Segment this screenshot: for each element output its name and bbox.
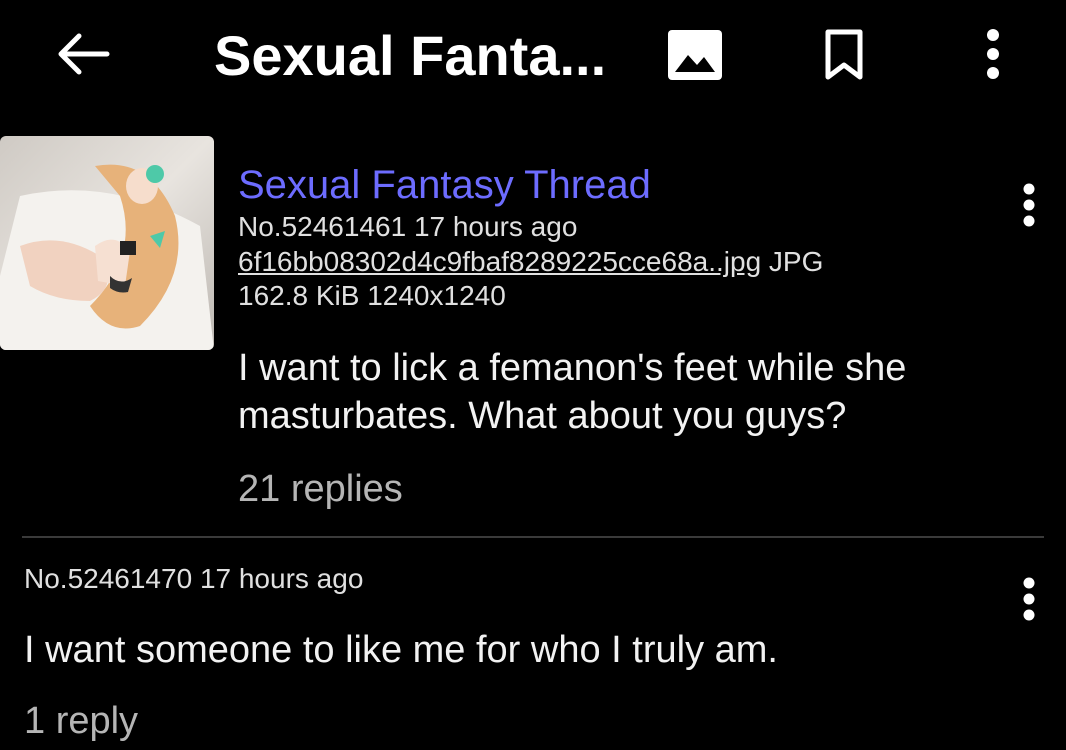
post-number[interactable]: No.52461461 bbox=[238, 211, 406, 242]
file-details: 162.8 KiB 1240x1240 bbox=[238, 279, 506, 313]
file-name-link[interactable]: 6f16bb08302d4c9fbaf8289225cce68a..jpg bbox=[238, 246, 761, 277]
post-number[interactable]: No.52461470 bbox=[24, 563, 192, 594]
file-size: 162.8 KiB bbox=[238, 280, 360, 311]
bookmark-button[interactable] bbox=[818, 26, 870, 84]
file-dimensions: 1240x1240 bbox=[367, 280, 506, 311]
post-options-button[interactable] bbox=[1011, 176, 1047, 234]
post-thumbnail[interactable] bbox=[0, 136, 214, 350]
post-comment: I want someone to like me for who I trul… bbox=[24, 629, 778, 671]
more-options-button[interactable] bbox=[975, 24, 1011, 84]
thread-subject: Sexual Fantasy Thread bbox=[238, 163, 651, 207]
page-title: Sexual Fanta... bbox=[214, 24, 607, 87]
post-divider bbox=[22, 536, 1044, 538]
post-meta: No.52461461 17 hours ago bbox=[238, 210, 577, 244]
more-vertical-icon bbox=[987, 29, 999, 79]
op-post: Sexual Fantasy Thread No.52461461 17 hou… bbox=[0, 136, 1066, 536]
gallery-button[interactable] bbox=[666, 28, 724, 82]
post-meta: No.52461470 17 hours ago bbox=[24, 562, 363, 596]
post-options-button[interactable] bbox=[1011, 570, 1047, 628]
reply-post: No.52461470 17 hours ago I want someone … bbox=[0, 540, 1066, 750]
file-type: JPG bbox=[768, 246, 824, 277]
thumbnail-image bbox=[0, 136, 214, 350]
back-button[interactable] bbox=[50, 24, 114, 84]
post-time: 17 hours ago bbox=[199, 563, 364, 594]
app-bar: Sexual Fanta... bbox=[0, 0, 1066, 112]
post-comment: I want to lick a femanon's feet while sh… bbox=[238, 347, 907, 437]
replies-link[interactable]: 1 reply bbox=[24, 700, 138, 743]
more-vertical-icon bbox=[1023, 183, 1035, 227]
arrow-left-icon bbox=[58, 33, 110, 75]
more-vertical-icon bbox=[1023, 577, 1035, 621]
image-icon bbox=[668, 30, 722, 80]
bookmark-icon bbox=[825, 29, 863, 80]
replies-link[interactable]: 21 replies bbox=[238, 468, 403, 511]
post-time: 17 hours ago bbox=[413, 211, 578, 242]
file-info: 6f16bb08302d4c9fbaf8289225cce68a..jpg JP… bbox=[238, 245, 823, 279]
